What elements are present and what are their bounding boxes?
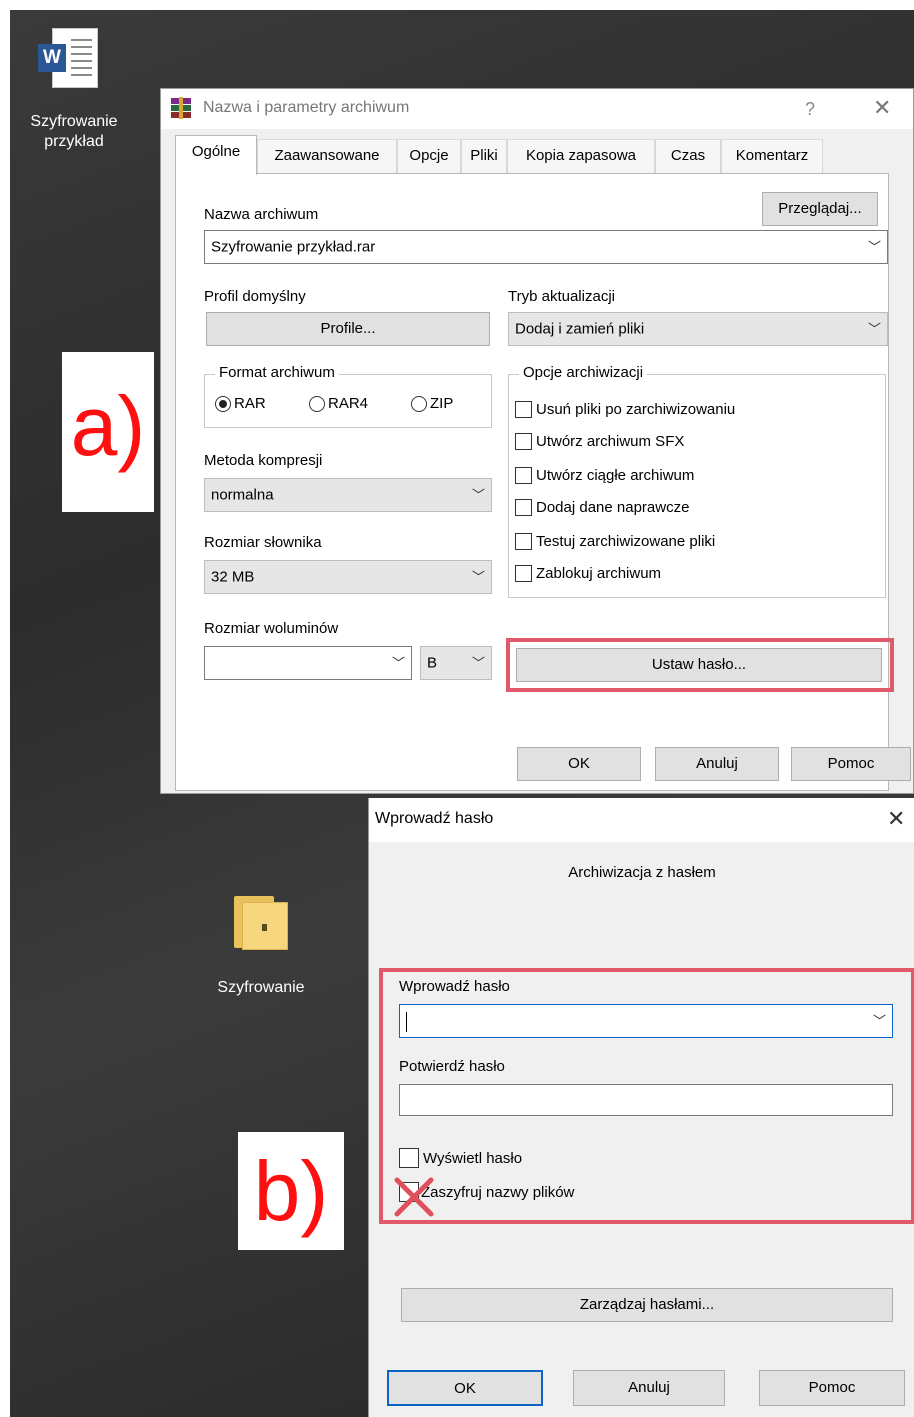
- dialog-title: Wprowadź hasło: [375, 810, 494, 827]
- help-button[interactable]: Pomoc: [791, 747, 911, 781]
- compression-method-value: normalna: [211, 486, 274, 504]
- archive-options-title: Opcje archiwizacji: [519, 364, 648, 381]
- title-bar[interactable]: Nazwa i parametry archiwum ? ✕: [161, 89, 913, 129]
- tab-backup[interactable]: Kopia zapasowa: [507, 139, 655, 173]
- desktop-folder-label: Szyfrowanie: [217, 979, 305, 996]
- radio-format-zip[interactable]: ZIP: [411, 395, 453, 412]
- checkbox-label: Usuń pliki po zarchiwizowaniu: [536, 401, 736, 418]
- radio-label: RAR: [234, 395, 266, 412]
- checkbox-icon: [515, 467, 532, 484]
- ok-button[interactable]: OK: [517, 747, 641, 781]
- tab-general[interactable]: Ogólne: [175, 135, 257, 175]
- radio-format-rar[interactable]: RAR: [215, 395, 266, 412]
- radio-format-rar4[interactable]: RAR4: [309, 395, 368, 412]
- desktop-icon-label: Szyfrowanie: [30, 113, 118, 130]
- chevron-down-icon: ﹀: [867, 239, 881, 255]
- folder-icon: [234, 896, 292, 950]
- dialog-heading: Archiwizacja z hasłem: [568, 864, 716, 881]
- option-create-sfx[interactable]: Utwórz archiwum SFX: [515, 433, 684, 450]
- enter-password-dialog: Wprowadź hasło ✕ Archiwizacja z hasłem W…: [368, 798, 914, 1417]
- tab-advanced[interactable]: Zaawansowane: [257, 139, 397, 173]
- checkbox-icon: [515, 499, 532, 516]
- chevron-down-icon: ﹀: [391, 655, 405, 671]
- general-tab-panel: Przeglądaj... Nazwa archiwum Szyfrowanie…: [175, 173, 894, 791]
- archive-format-group: Format archiwum RAR RAR4 ZIP: [204, 364, 492, 428]
- option-test-files[interactable]: Testuj zarchiwizowane pliki: [515, 533, 715, 550]
- checkbox-icon: [515, 433, 532, 450]
- option-solid-archive[interactable]: Utwórz ciągłe archiwum: [515, 467, 694, 484]
- tab-strip: Ogólne Zaawansowane Opcje Pliki Kopia za…: [175, 135, 863, 175]
- volume-size-label: Rozmiar woluminów: [204, 620, 339, 637]
- dictionary-size-label: Rozmiar słownika: [204, 534, 322, 551]
- chevron-down-icon: ﹀: [867, 321, 881, 337]
- radio-empty-icon: [411, 395, 427, 412]
- highlight-set-password: [506, 638, 894, 692]
- profiles-button[interactable]: Profile...: [206, 312, 490, 346]
- archive-options-group: Opcje archiwizacji Usuń pliki po zarchiw…: [508, 364, 886, 598]
- archive-settings-dialog: Nazwa i parametry archiwum ? ✕ Ogólne Za…: [160, 88, 914, 794]
- volume-unit-select[interactable]: B ﹀: [420, 646, 492, 680]
- tab-options[interactable]: Opcje: [397, 139, 461, 173]
- browse-button[interactable]: Przeglądaj...: [762, 192, 878, 226]
- radio-selected-icon: [215, 395, 231, 412]
- compression-method-select[interactable]: normalna ﹀: [204, 478, 492, 512]
- volume-size-combo[interactable]: ﹀: [204, 646, 412, 680]
- word-document-icon: W: [38, 28, 98, 90]
- update-mode-select[interactable]: Dodaj i zamień pliki ﹀: [508, 312, 888, 346]
- checkbox-label: Testuj zarchiwizowane pliki: [536, 533, 716, 550]
- tab-files[interactable]: Pliki: [461, 139, 507, 173]
- chevron-down-icon: ﹀: [471, 655, 485, 671]
- checkbox-label: Utwórz archiwum SFX: [536, 433, 685, 450]
- annotation-marker-b: b): [238, 1132, 344, 1250]
- checkbox-icon: [515, 565, 532, 582]
- annotation-marker-a: a): [62, 352, 154, 512]
- checkbox-icon: [515, 401, 532, 418]
- compression-method-label: Metoda kompresji: [204, 452, 323, 469]
- ok-button[interactable]: OK: [387, 1370, 543, 1406]
- desktop-icon-label-line2: przykład: [44, 133, 104, 150]
- option-delete-after[interactable]: Usuń pliki po zarchiwizowaniu: [515, 401, 735, 418]
- manage-passwords-button[interactable]: Zarządzaj hasłami...: [401, 1288, 893, 1322]
- chevron-down-icon: ﹀: [471, 487, 485, 503]
- cancel-button[interactable]: Anuluj: [655, 747, 779, 781]
- checkbox-label: Utwórz ciągłe archiwum: [536, 467, 695, 484]
- radio-label: ZIP: [430, 395, 454, 412]
- checkbox-icon: [515, 533, 532, 550]
- help-icon[interactable]: ?: [805, 99, 815, 120]
- close-icon[interactable]: ✕: [887, 806, 905, 832]
- tab-time[interactable]: Czas: [655, 139, 721, 173]
- option-recovery-record[interactable]: Dodaj dane naprawcze: [515, 499, 689, 516]
- archive-name-label: Nazwa archiwum: [204, 206, 319, 223]
- help-button[interactable]: Pomoc: [759, 1370, 905, 1406]
- title-bar[interactable]: Wprowadź hasło ✕: [369, 798, 914, 842]
- chevron-down-icon: ﹀: [471, 569, 485, 585]
- checkbox-label: Zablokuj archiwum: [536, 565, 662, 582]
- highlight-password-section: [379, 968, 914, 1224]
- tab-comment[interactable]: Komentarz: [721, 139, 823, 173]
- archive-name-value: Szyfrowanie przykład.rar: [211, 238, 376, 256]
- update-mode-value: Dodaj i zamień pliki: [515, 320, 645, 338]
- close-icon[interactable]: ✕: [873, 95, 891, 121]
- default-profile-label: Profil domyślny: [204, 288, 306, 305]
- archive-format-title: Format archiwum: [215, 364, 339, 381]
- cancel-button[interactable]: Anuluj: [573, 1370, 725, 1406]
- archive-name-combo[interactable]: Szyfrowanie przykład.rar ﹀: [204, 230, 888, 264]
- radio-empty-icon: [309, 395, 325, 412]
- update-mode-label: Tryb aktualizacji: [508, 288, 615, 305]
- dialog-title: Nazwa i parametry archiwum: [203, 99, 410, 116]
- volume-unit-value: B: [427, 654, 438, 672]
- dictionary-size-value: 32 MB: [211, 568, 255, 586]
- winrar-icon: [171, 97, 191, 119]
- dictionary-size-select[interactable]: 32 MB ﹀: [204, 560, 492, 594]
- option-lock-archive[interactable]: Zablokuj archiwum: [515, 565, 661, 582]
- checkbox-label: Dodaj dane naprawcze: [536, 499, 690, 516]
- radio-label: RAR4: [328, 395, 369, 412]
